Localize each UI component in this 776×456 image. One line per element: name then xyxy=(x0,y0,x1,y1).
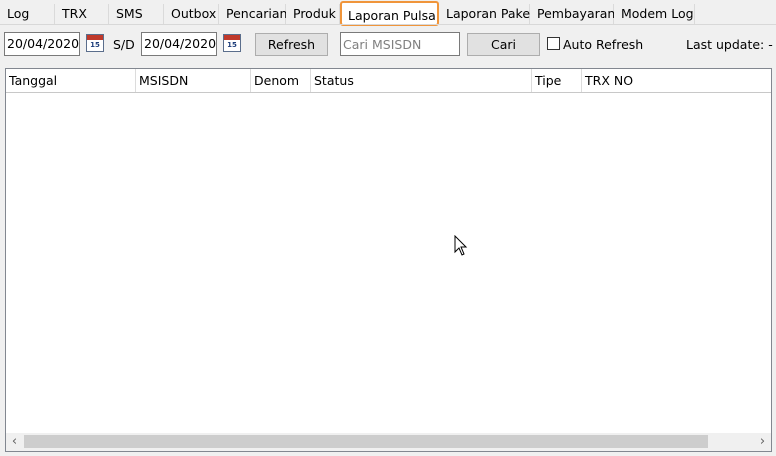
scroll-right-icon[interactable]: › xyxy=(754,433,771,451)
tab-sms[interactable]: SMS xyxy=(109,4,164,24)
calendar-icon[interactable]: 15 xyxy=(223,34,241,52)
column-header-status[interactable]: Status xyxy=(311,69,532,92)
date-from-field[interactable]: 20/04/2020 xyxy=(4,32,80,56)
tab-laporan-paket[interactable]: Laporan Paket xyxy=(439,4,535,24)
calendar-icon[interactable]: 15 xyxy=(86,34,104,52)
tab-outbox[interactable]: Outbox xyxy=(164,4,219,24)
mouse-cursor-icon xyxy=(454,235,468,256)
scroll-left-icon[interactable]: ‹ xyxy=(6,433,23,451)
report-grid[interactable]: Tanggal MSISDN Denom Status Tipe TRX NO … xyxy=(5,68,772,452)
search-button[interactable]: Cari xyxy=(467,33,540,56)
horizontal-scrollbar[interactable]: ‹ › xyxy=(6,433,771,451)
tab-trx[interactable]: TRX xyxy=(55,4,109,24)
column-header-msisdn[interactable]: MSISDN xyxy=(136,69,251,92)
last-update-label: Last update: - xyxy=(686,37,773,52)
range-separator-label: S/D xyxy=(113,37,135,52)
grid-header: Tanggal MSISDN Denom Status Tipe TRX NO xyxy=(6,69,771,93)
auto-refresh-label[interactable]: Auto Refresh xyxy=(563,37,643,53)
tab-divider xyxy=(0,24,776,25)
auto-refresh-checkbox[interactable] xyxy=(547,37,560,50)
tab-bar: Log TRX SMS Outbox Pencarian Produk Lapo… xyxy=(0,0,776,26)
refresh-button[interactable]: Refresh xyxy=(255,33,328,56)
tab-pembayaran[interactable]: Pembayaran xyxy=(530,4,615,24)
search-msisdn-input[interactable] xyxy=(340,32,460,56)
column-header-denom[interactable]: Denom xyxy=(251,69,311,92)
scrollbar-thumb[interactable] xyxy=(24,435,708,448)
column-header-trx-no[interactable]: TRX NO xyxy=(582,69,771,92)
tab-modem-log[interactable]: Modem Log xyxy=(614,4,695,24)
tab-produk[interactable]: Produk xyxy=(286,4,340,24)
date-to-field[interactable]: 20/04/2020 xyxy=(141,32,217,56)
column-header-tanggal[interactable]: Tanggal xyxy=(6,69,136,92)
tab-laporan-pulsa[interactable]: Laporan Pulsa xyxy=(340,1,439,26)
column-header-tipe[interactable]: Tipe xyxy=(532,69,582,92)
tab-pencarian[interactable]: Pencarian xyxy=(219,4,287,24)
tab-log[interactable]: Log xyxy=(0,4,55,24)
